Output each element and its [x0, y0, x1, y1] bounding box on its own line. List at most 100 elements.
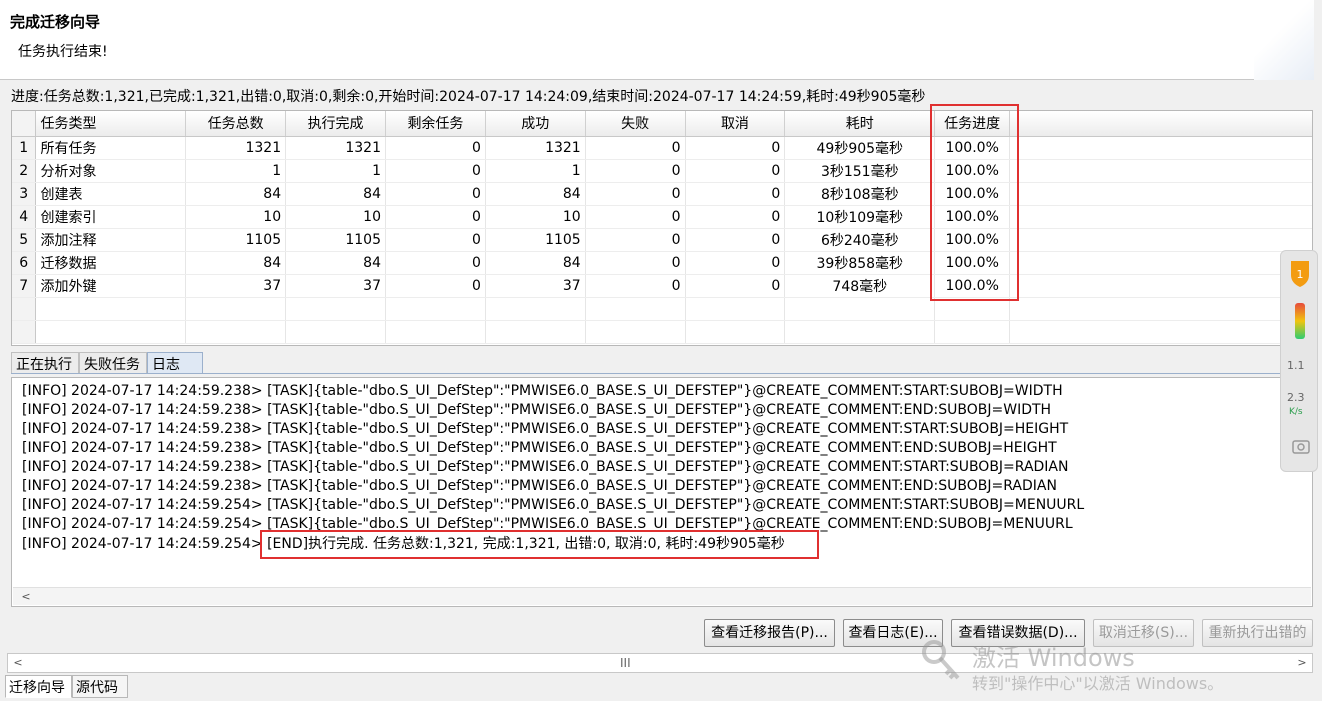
table-row[interactable] — [12, 320, 1312, 344]
column-header-done[interactable]: 执行完成 — [285, 111, 386, 137]
windows-activation-watermark: 激活 Windows 转到"操作中心"以激活 Windows。 — [920, 638, 1223, 693]
log-line: [INFO] 2024-07-17 14:24:59.238> [TASK]{t… — [22, 478, 1057, 494]
cell-fail: 0 — [585, 228, 686, 252]
cell-type: 迁移数据 — [35, 251, 187, 275]
view-report-button[interactable]: 查看迁移报告(P)... — [704, 619, 835, 647]
cell-progress: 100.0% — [934, 136, 1011, 160]
cell-remain — [385, 297, 486, 321]
header-decoration — [1254, 0, 1314, 80]
table-row[interactable]: 6 迁移数据 84 84 0 84 0 0 39秒858毫秒 100.0% — [12, 251, 1312, 275]
log-final-message: [END]执行完成. 任务总数:1,321, 完成:1,321, 出错:0, 取… — [267, 536, 785, 552]
rerun-failed-button[interactable]: 重新执行出错的 — [1202, 619, 1313, 647]
row-number: 4 — [12, 205, 37, 229]
cell-filler — [1009, 182, 1312, 206]
table-row[interactable]: 2 分析对象 1 1 0 1 0 0 3秒151毫秒 100.0% — [12, 159, 1312, 183]
cell-cancel — [685, 320, 786, 344]
cell-type: 创建表 — [35, 182, 187, 206]
tab-failed-tasks[interactable]: 失败任务 — [79, 352, 147, 374]
tab-source-code[interactable]: 源代码 — [72, 675, 128, 698]
log-final-prefix: [INFO] 2024-07-17 14:24:59.254> — [22, 536, 263, 552]
row-number: 5 — [12, 228, 37, 252]
cell-progress: 100.0% — [934, 182, 1011, 206]
cell-progress: 100.0% — [934, 251, 1011, 275]
log-line: [INFO] 2024-07-17 14:24:59.238> [TASK]{t… — [22, 459, 1069, 475]
upload-speed: 1.1 — [1287, 359, 1305, 372]
cell-time — [784, 320, 936, 344]
cell-filler — [1009, 205, 1312, 229]
log-line-final: [INFO] 2024-07-17 14:24:59.254> [END]执行完… — [22, 535, 785, 554]
row-number: 6 — [12, 251, 37, 275]
column-header-fail[interactable]: 失败 — [585, 111, 686, 137]
cell-fail: 0 — [585, 274, 686, 298]
column-header-remaining[interactable]: 剩余任务 — [385, 111, 486, 137]
cell-cancel: 0 — [685, 251, 786, 275]
page-title: 完成迁移向导 — [10, 13, 101, 31]
cell-cancel: 0 — [685, 182, 786, 206]
column-header-total[interactable]: 任务总数 — [185, 111, 287, 137]
cell-remain — [385, 320, 486, 344]
tab-migration-wizard[interactable]: 迁移向导 — [5, 675, 72, 698]
task-table-container[interactable]: 任务类型 任务总数 执行完成 剩余任务 成功 失败 取消 耗时 任务进度 1 所有… — [11, 110, 1313, 346]
table-row[interactable]: 5 添加注释 1105 1105 0 1105 0 0 6秒240毫秒 100.0% — [12, 228, 1312, 252]
cell-done — [285, 297, 386, 321]
cell-type: 所有任务 — [35, 136, 187, 160]
cell-type — [35, 320, 187, 344]
cell-success — [485, 320, 586, 344]
cell-done: 10 — [285, 205, 386, 229]
scroll-left-arrow-icon[interactable]: < — [17, 589, 35, 605]
cell-remain: 0 — [385, 136, 486, 160]
cell-cancel — [685, 297, 786, 321]
tab-log[interactable]: 日志 — [147, 352, 203, 374]
scroll-grip-icon[interactable]: III — [620, 654, 631, 672]
cell-success: 37 — [485, 274, 586, 298]
row-number: 3 — [12, 182, 37, 206]
log-line: [INFO] 2024-07-17 14:24:59.254> [TASK]{t… — [22, 516, 1073, 532]
cell-time: 748毫秒 — [784, 274, 936, 298]
cell-time: 39秒858毫秒 — [784, 251, 936, 275]
tab-divider — [11, 373, 1313, 374]
cell-total: 10 — [185, 205, 287, 229]
cell-type: 添加注释 — [35, 228, 187, 252]
column-header-progress[interactable]: 任务进度 — [934, 111, 1011, 137]
cell-type: 分析对象 — [35, 159, 187, 183]
column-header-cancel[interactable]: 取消 — [685, 111, 786, 137]
tab-running[interactable]: 正在执行 — [11, 352, 79, 374]
log-line: [INFO] 2024-07-17 14:24:59.238> [TASK]{t… — [22, 440, 1057, 456]
cell-total: 1321 — [185, 136, 287, 160]
cell-time: 10秒109毫秒 — [784, 205, 936, 229]
network-speed-widget[interactable]: 1 1.1 2.3 K/s — [1280, 250, 1318, 472]
table-row[interactable]: 1 所有任务 1321 1321 0 1321 0 0 49秒905毫秒 100.0% — [12, 136, 1312, 160]
cell-fail — [585, 320, 686, 344]
cell-success — [485, 297, 586, 321]
widget-graphic: 1 1.1 2.3 K/s — [1287, 261, 1310, 454]
cell-total: 1 — [185, 159, 287, 183]
cell-fail — [585, 297, 686, 321]
cell-cancel: 0 — [685, 205, 786, 229]
main-scroll-left-icon[interactable]: < — [9, 655, 27, 671]
cell-done: 84 — [285, 251, 386, 275]
log-line: [INFO] 2024-07-17 14:24:59.238> [TASK]{t… — [22, 402, 1052, 418]
cell-filler — [1009, 297, 1312, 321]
table-row[interactable]: 3 创建表 84 84 0 84 0 0 8秒108毫秒 100.0% — [12, 182, 1312, 206]
cell-fail: 0 — [585, 182, 686, 206]
row-number: 7 — [12, 274, 37, 298]
cell-remain: 0 — [385, 205, 486, 229]
row-number — [12, 320, 37, 344]
cell-progress: 100.0% — [934, 228, 1011, 252]
row-number: 1 — [12, 136, 37, 160]
cell-fail: 0 — [585, 136, 686, 160]
cell-success: 1 — [485, 159, 586, 183]
main-scroll-right-icon[interactable]: > — [1293, 655, 1311, 671]
table-row[interactable]: 4 创建索引 10 10 0 10 0 0 10秒109毫秒 100.0% — [12, 205, 1312, 229]
column-header-elapsed[interactable]: 耗时 — [784, 111, 936, 137]
log-horizontal-scrollbar[interactable]: < — [13, 587, 1311, 605]
cell-cancel: 0 — [685, 274, 786, 298]
cell-type: 添加外键 — [35, 274, 187, 298]
column-header-success[interactable]: 成功 — [485, 111, 586, 137]
wizard-header: 完成迁移向导 任务执行结束! — [0, 0, 1314, 80]
column-header-task-type[interactable]: 任务类型 — [35, 111, 187, 137]
log-panel[interactable]: [INFO] 2024-07-17 14:24:59.238> [TASK]{t… — [11, 377, 1313, 607]
table-row[interactable]: 7 添加外键 37 37 0 37 0 0 748毫秒 100.0% — [12, 274, 1312, 298]
log-line: [INFO] 2024-07-17 14:24:59.238> [TASK]{t… — [22, 421, 1069, 437]
table-row[interactable] — [12, 297, 1312, 321]
